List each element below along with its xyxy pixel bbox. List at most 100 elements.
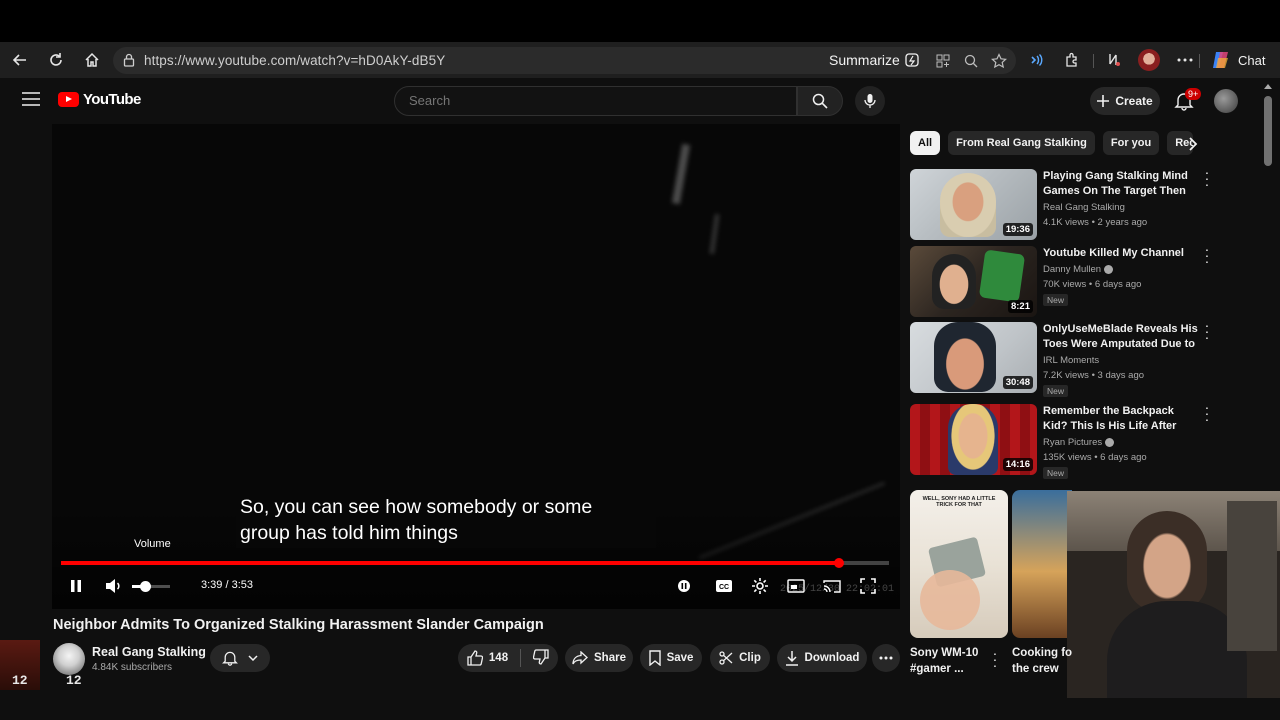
- chip-all[interactable]: All: [910, 131, 941, 155]
- save-label: Save: [666, 652, 694, 664]
- video-thumbnail[interactable]: 8:21: [910, 246, 1037, 317]
- volume-slider[interactable]: [132, 581, 170, 592]
- video-player[interactable]: So, you can see how somebody or some gro…: [52, 124, 900, 609]
- mute-button[interactable]: [104, 576, 124, 596]
- search-icon: [812, 93, 828, 109]
- refresh-icon[interactable]: [45, 49, 67, 71]
- recommendation-item[interactable]: 8:21 Youtube Killed My Channel Danny Mul…: [910, 242, 1210, 318]
- progress-bar[interactable]: [61, 558, 889, 568]
- chip-from-channel[interactable]: From Real Gang Stalking: [948, 131, 1095, 155]
- url-text[interactable]: https://www.youtube.com/watch?v=hD0AkY-d…: [144, 53, 445, 68]
- create-label: Create: [1115, 94, 1153, 108]
- recommendation-item[interactable]: 14:16 Remember the Backpack Kid? This Is…: [910, 400, 1210, 479]
- pause-icon: [71, 580, 81, 592]
- recommendation-channel[interactable]: Ryan Pictures: [1043, 437, 1115, 448]
- download-button[interactable]: Download: [777, 644, 867, 672]
- share-button[interactable]: Share: [565, 644, 633, 672]
- recommendation-channel[interactable]: IRL Moments: [1043, 355, 1099, 366]
- cast-button[interactable]: [822, 576, 842, 596]
- closed-captions-icon: CC: [716, 580, 732, 592]
- copilot-chat-button[interactable]: Chat: [1210, 50, 1265, 70]
- more-menu-icon[interactable]: [1174, 49, 1196, 71]
- short-title[interactable]: Sony WM-10 #gamer ...: [910, 645, 978, 677]
- summarize-button[interactable]: Summarize: [829, 52, 920, 68]
- search-button[interactable]: [797, 86, 843, 116]
- save-button[interactable]: Save: [640, 644, 702, 672]
- channel-name[interactable]: Real Gang Stalking: [92, 645, 206, 659]
- recommendation-meta: 7.2K views • 3 days ago: [1043, 370, 1145, 381]
- collections-icon[interactable]: [1103, 49, 1125, 71]
- account-avatar[interactable]: [1214, 89, 1238, 113]
- search-box[interactable]: [394, 86, 797, 116]
- more-vertical-icon[interactable]: · · ·: [1204, 400, 1210, 426]
- more-vertical-icon[interactable]: · · ·: [992, 646, 998, 672]
- short-title-line-1: Sony WM-10: [910, 647, 979, 659]
- more-actions-button[interactable]: [872, 644, 900, 672]
- progress-played: [61, 561, 840, 565]
- logo-text: YouTube: [83, 91, 141, 108]
- channel-avatar[interactable]: [53, 643, 85, 675]
- recommendation-channel[interactable]: Real Gang Stalking: [1043, 202, 1125, 213]
- subscription-notifications-button[interactable]: [210, 644, 270, 672]
- recommendation-channel[interactable]: Danny Mullen: [1043, 264, 1114, 275]
- download-label: Download: [804, 652, 860, 664]
- pause-button[interactable]: [67, 576, 85, 596]
- channel-label: Real Gang Stalking: [1043, 202, 1125, 213]
- autoplay-toggle[interactable]: [676, 576, 692, 596]
- chip-for-you[interactable]: For you: [1102, 131, 1160, 155]
- voice-search-button[interactable]: [855, 86, 885, 116]
- recommendation-item[interactable]: 19:36 Playing Gang Stalking Mind Games O…: [910, 165, 1210, 241]
- back-icon[interactable]: [9, 49, 31, 71]
- lock-icon[interactable]: [123, 53, 135, 67]
- video-frame-streak-2: [709, 213, 720, 255]
- recommendation-item[interactable]: 30:48 OnlyUseMeBlade Reveals His Toes We…: [910, 318, 1210, 397]
- video-thumbnail[interactable]: 19:36: [910, 169, 1037, 240]
- more-vertical-icon[interactable]: · · ·: [1204, 242, 1210, 268]
- recommendation-title[interactable]: Remember the Backpack Kid? This Is His L…: [1043, 404, 1198, 433]
- address-bar[interactable]: https://www.youtube.com/watch?v=hD0AkY-d…: [113, 47, 1016, 74]
- short-thumbnail[interactable]: [1012, 490, 1072, 638]
- hamburger-menu-icon[interactable]: [22, 92, 40, 106]
- zoom-icon[interactable]: [962, 52, 980, 70]
- more-vertical-icon[interactable]: · · ·: [1204, 318, 1210, 344]
- favorite-star-icon[interactable]: [990, 52, 1008, 70]
- like-button[interactable]: 148: [467, 650, 508, 666]
- subtitles-button[interactable]: CC: [714, 576, 734, 596]
- home-icon[interactable]: [81, 49, 103, 71]
- more-vertical-icon[interactable]: · · ·: [1204, 165, 1210, 191]
- clip-label: Clip: [739, 652, 761, 664]
- chevron-right-icon[interactable]: [1186, 137, 1200, 151]
- read-aloud-icon[interactable]: [1025, 49, 1047, 71]
- recommendation-title[interactable]: Playing Gang Stalking Mind Games On The …: [1043, 169, 1198, 198]
- fullscreen-button[interactable]: [858, 576, 878, 596]
- video-thumbnail[interactable]: 30:48: [910, 322, 1037, 393]
- duration-badge: 30:48: [1002, 376, 1033, 389]
- page-scrollbar[interactable]: [1264, 96, 1272, 166]
- create-button[interactable]: Create: [1090, 87, 1160, 115]
- recommendation-meta: 135K views • 6 days ago: [1043, 452, 1147, 463]
- channel-label: IRL Moments: [1043, 355, 1100, 366]
- clip-button[interactable]: Clip: [710, 644, 770, 672]
- extensions-icon[interactable]: [1061, 49, 1083, 71]
- apps-icon[interactable]: [934, 52, 952, 70]
- profile-avatar-icon[interactable]: [1138, 49, 1160, 71]
- scroll-up-arrow[interactable]: [1264, 84, 1272, 89]
- recommendation-title[interactable]: Youtube Killed My Channel: [1043, 246, 1198, 261]
- bell-icon: [222, 651, 238, 666]
- short-thumbnail[interactable]: WELL, SONY HAD A LITTLE TRICK FOR THAT: [910, 490, 1008, 638]
- scissors-icon: [719, 651, 733, 665]
- dislike-button[interactable]: [532, 648, 549, 668]
- video-thumbnail[interactable]: 14:16: [910, 404, 1037, 475]
- miniplayer-icon: [787, 579, 805, 593]
- recommendation-title[interactable]: OnlyUseMeBlade Reveals His Toes Were Amp…: [1043, 322, 1198, 351]
- toolbar-divider-2: [1199, 54, 1200, 68]
- youtube-logo[interactable]: YouTube: [58, 91, 141, 108]
- svg-text:CC: CC: [719, 584, 729, 591]
- search-input[interactable]: [409, 93, 779, 108]
- chat-label: Chat: [1238, 52, 1266, 68]
- settings-button[interactable]: [750, 576, 770, 596]
- thumbs-up-icon: [467, 650, 483, 666]
- short-title-line-2: the crew: [1012, 663, 1059, 675]
- short-title[interactable]: Cooking fo the crew: [1012, 645, 1072, 677]
- miniplayer-button[interactable]: [786, 576, 806, 596]
